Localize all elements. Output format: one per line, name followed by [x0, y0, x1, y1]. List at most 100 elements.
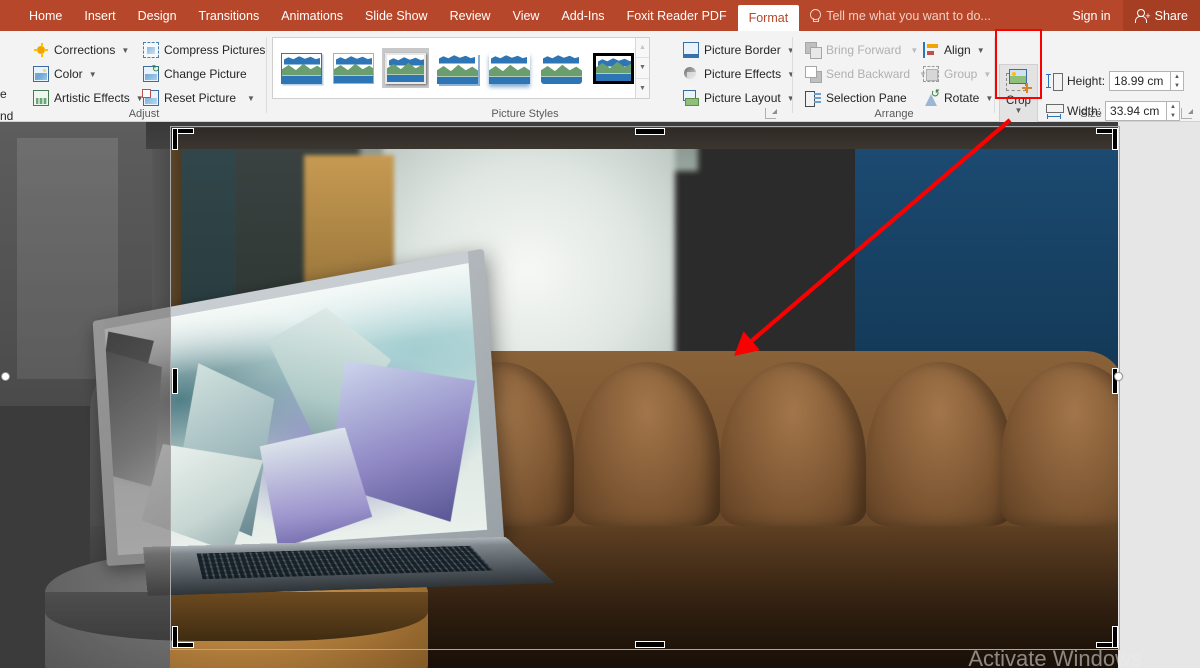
- group-separator-2: [792, 37, 793, 113]
- color-button[interactable]: Color ▼: [28, 63, 102, 85]
- ribbon-body: e nd Corrections ▼ Color ▼ Artistic Effe…: [0, 31, 1200, 126]
- tab-review[interactable]: Review: [439, 0, 502, 31]
- tell-me-search[interactable]: Tell me what you want to do...: [799, 0, 1001, 31]
- chevron-down-icon: ▼: [247, 93, 255, 103]
- reset-picture-label: Reset Picture: [164, 91, 237, 105]
- picture-style-thumbnail[interactable]: [330, 48, 377, 88]
- tab-insert[interactable]: Insert: [73, 0, 126, 31]
- cutoff-text-2: nd: [0, 109, 14, 123]
- share-label: Share: [1154, 8, 1188, 23]
- size-dialog-launcher[interactable]: [1181, 108, 1193, 119]
- width-spin-down[interactable]: ▼: [1167, 111, 1179, 120]
- tab-animations[interactable]: Animations: [270, 0, 354, 31]
- picture-crop-region[interactable]: [170, 128, 1118, 668]
- crop-handle-bottom-left[interactable]: [172, 626, 178, 648]
- resize-handle-middle-right[interactable]: [1114, 372, 1123, 381]
- reset-picture-icon: [142, 89, 159, 106]
- height-spin-down[interactable]: ▼: [1171, 81, 1183, 90]
- send-backward-button[interactable]: Send Backward ▼: [800, 63, 932, 85]
- crop-handle-bottom-right[interactable]: [1112, 626, 1118, 648]
- picture-border-button[interactable]: Picture Border ▼: [678, 39, 800, 61]
- picture-effects-button[interactable]: Picture Effects ▼: [678, 63, 800, 85]
- height-stepper[interactable]: ▲▼: [1109, 71, 1185, 91]
- tab-slide-show[interactable]: Slide Show: [354, 0, 439, 31]
- width-input[interactable]: [1105, 101, 1168, 121]
- tab-format[interactable]: Format: [737, 5, 800, 31]
- group-label-arrange: Arrange: [874, 108, 914, 120]
- corrections-button[interactable]: Corrections ▼: [28, 39, 134, 61]
- tab-home[interactable]: Home: [18, 0, 73, 31]
- crop-dim-left: [0, 122, 170, 668]
- crop-handle-top-left[interactable]: [172, 128, 178, 150]
- width-spin-up[interactable]: ▲: [1167, 102, 1179, 111]
- gallery-scrollbar[interactable]: ▲ ▼ ▼: [635, 38, 649, 98]
- brightness-sun-icon: [33, 42, 49, 58]
- artistic-effects-label: Artistic Effects: [54, 91, 130, 105]
- picture-style-thumbnail-selected[interactable]: [590, 48, 637, 88]
- rotate-icon: [923, 87, 940, 106]
- height-spin-up[interactable]: ▲: [1171, 72, 1183, 81]
- sign-in-button[interactable]: Sign in: [1060, 0, 1122, 31]
- more-styles-icon[interactable]: ▼: [636, 78, 649, 98]
- rotate-label: Rotate: [944, 91, 980, 105]
- crop-handle-top-center[interactable]: [635, 128, 665, 135]
- scroll-up-arrow-icon[interactable]: ▲: [636, 38, 649, 59]
- tab-transitions[interactable]: Transitions: [188, 0, 271, 31]
- picture-style-thumbnail[interactable]: [382, 48, 429, 88]
- picture-styles-gallery[interactable]: ▲ ▼ ▼: [272, 37, 650, 99]
- picture-style-thumbnail[interactable]: [538, 48, 585, 88]
- chevron-down-icon: ▼: [985, 93, 994, 103]
- resize-handle-middle-left[interactable]: [1, 372, 10, 381]
- picture-layout-icon: [683, 90, 699, 106]
- rotate-button[interactable]: Rotate ▼: [918, 87, 998, 109]
- ribbon-group-picture-styles: ▲ ▼ ▼ Picture Border ▼ Picture Effects ▼…: [268, 31, 795, 122]
- slide-canvas[interactable]: Activate Windows: [0, 122, 1200, 668]
- width-spin-buttons[interactable]: ▲ ▼: [1167, 101, 1181, 121]
- artistic-effects-icon: [33, 90, 49, 106]
- group-separator-1: [266, 37, 267, 113]
- picture-style-thumbnail[interactable]: [434, 48, 481, 88]
- tab-add-ins[interactable]: Add-Ins: [550, 0, 615, 31]
- shape-height-row: Height: ▲▼: [1046, 71, 1185, 91]
- picture-border-label: Picture Border: [704, 43, 781, 57]
- crop-handle-top-right[interactable]: [1112, 128, 1118, 150]
- shape-width-icon: [1046, 103, 1064, 119]
- compress-pictures-button[interactable]: Compress Pictures: [138, 39, 270, 61]
- corrections-label: Corrections: [54, 43, 116, 57]
- picture-style-thumbnail[interactable]: [278, 48, 325, 88]
- color-label: Color: [54, 67, 83, 81]
- selection-pane-button[interactable]: Selection Pane: [800, 87, 912, 109]
- tab-foxit-reader-pdf[interactable]: Foxit Reader PDF: [616, 0, 738, 31]
- group-button[interactable]: Group ▼: [918, 63, 996, 85]
- picture-layout-button[interactable]: Picture Layout ▼: [678, 87, 800, 109]
- change-picture-button[interactable]: Change Picture: [138, 63, 252, 85]
- tabstrip-left-spacer: [0, 0, 18, 31]
- picture-style-thumbnail[interactable]: [486, 48, 533, 88]
- height-input[interactable]: [1109, 71, 1172, 91]
- crop-handle-bottom-center[interactable]: [635, 641, 665, 648]
- picture-effects-icon: [683, 66, 699, 82]
- artistic-effects-button[interactable]: Artistic Effects ▼: [28, 87, 149, 109]
- scroll-down-arrow-icon[interactable]: ▼: [636, 58, 649, 79]
- width-stepper[interactable]: ▲▼: [1105, 101, 1181, 121]
- tab-design[interactable]: Design: [127, 0, 188, 31]
- crop-button[interactable]: Crop ▼: [999, 64, 1038, 126]
- ribbon-tab-strip: Home Insert Design Transitions Animation…: [0, 0, 1200, 31]
- slide-picture[interactable]: [170, 128, 1118, 668]
- activate-windows-watermark: Activate Windows: [968, 646, 1142, 668]
- ribbon-group-adjust: Corrections ▼ Color ▼ Artistic Effects ▼…: [22, 31, 266, 122]
- height-spin-buttons[interactable]: ▲ ▼: [1171, 71, 1185, 91]
- lightbulb-icon: [809, 9, 822, 22]
- align-button[interactable]: Align ▼: [918, 39, 990, 61]
- picture-effects-label: Picture Effects: [704, 67, 782, 81]
- align-icon: [923, 42, 939, 58]
- tab-view[interactable]: View: [502, 0, 551, 31]
- selection-pane-icon: [805, 90, 821, 107]
- share-button[interactable]: + Share: [1122, 0, 1200, 31]
- change-picture-icon: [143, 64, 160, 82]
- reset-picture-button[interactable]: Reset Picture ▼: [138, 87, 260, 109]
- bring-forward-button[interactable]: Bring Forward ▼: [800, 39, 923, 61]
- selection-pane-label: Selection Pane: [826, 91, 907, 105]
- bring-forward-label: Bring Forward: [826, 43, 902, 57]
- crop-handle-middle-left[interactable]: [172, 368, 178, 394]
